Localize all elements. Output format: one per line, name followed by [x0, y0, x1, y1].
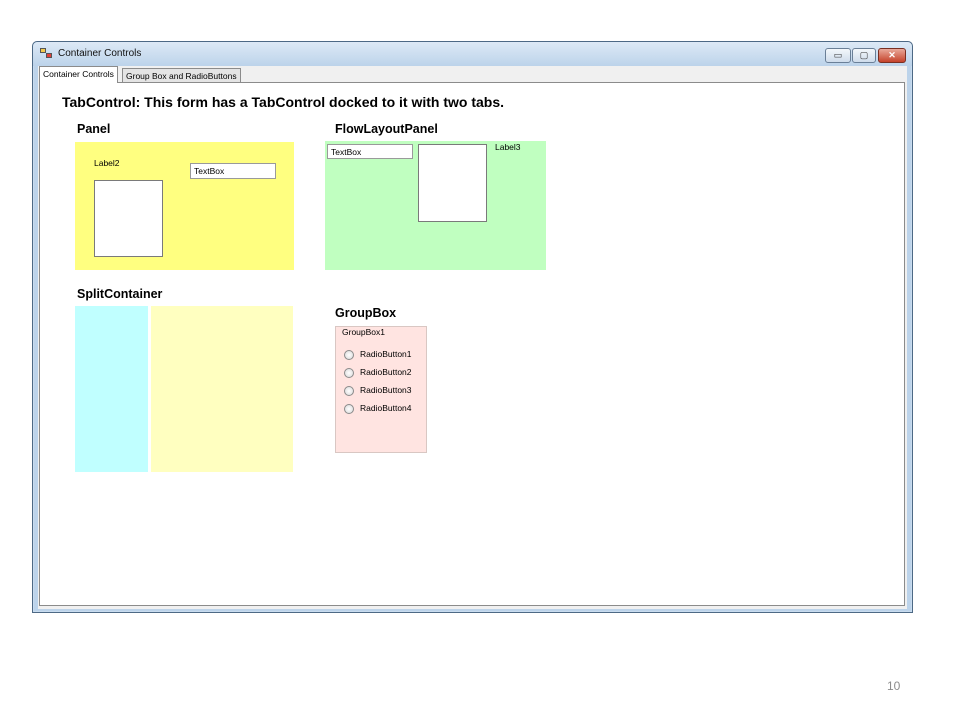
- split-panel-right: [151, 306, 293, 472]
- panel-heading: Panel: [77, 122, 111, 136]
- application-window: Container Controls ▭ ▢ ✕ Container Contr…: [32, 41, 913, 613]
- flow-layout-panel: TextBox Label3: [325, 141, 546, 270]
- tab-page: TabControl: This form has a TabControl d…: [39, 82, 905, 606]
- title-bar[interactable]: Container Controls ▭ ▢ ✕: [33, 42, 912, 66]
- radio-button-label: RadioButton3: [360, 385, 412, 395]
- flow-label: Label3: [495, 142, 521, 152]
- flow-layout-heading: FlowLayoutPanel: [335, 122, 438, 136]
- split-panel-left: [75, 306, 148, 472]
- groupbox-container: GroupBox1 RadioButton1 RadioButton2 Radi…: [335, 326, 427, 453]
- slide-number: 10: [887, 679, 901, 693]
- flow-textbox[interactable]: TextBox: [327, 144, 413, 159]
- tab-container-controls[interactable]: Container Controls: [39, 66, 118, 83]
- radio-circle-icon[interactable]: [344, 404, 354, 414]
- close-button[interactable]: ✕: [878, 48, 906, 63]
- radio-button-label: RadioButton4: [360, 403, 412, 413]
- groupbox-title: GroupBox1: [342, 327, 385, 337]
- page-heading: TabControl: This form has a TabControl d…: [62, 94, 505, 110]
- maximize-button[interactable]: ▢: [852, 48, 876, 63]
- split-container-heading: SplitContainer: [77, 287, 163, 301]
- minimize-button[interactable]: ▭: [825, 48, 851, 63]
- window-title: Container Controls: [58, 48, 142, 59]
- app-icon: [40, 48, 54, 60]
- radio-button-label: RadioButton1: [360, 349, 412, 359]
- radio-circle-icon[interactable]: [344, 350, 354, 360]
- panel-container: Label2 TextBox: [75, 142, 294, 270]
- radio-circle-icon[interactable]: [344, 368, 354, 378]
- radio-circle-icon[interactable]: [344, 386, 354, 396]
- radio-button-label: RadioButton2: [360, 367, 412, 377]
- panel-textbox[interactable]: TextBox: [190, 163, 276, 179]
- form-client-area: Container Controls Group Box and RadioBu…: [38, 66, 907, 609]
- panel-label: Label2: [94, 158, 120, 168]
- flow-picture-box: [418, 144, 487, 222]
- panel-picture-box: [94, 180, 163, 257]
- groupbox-heading: GroupBox: [335, 306, 397, 320]
